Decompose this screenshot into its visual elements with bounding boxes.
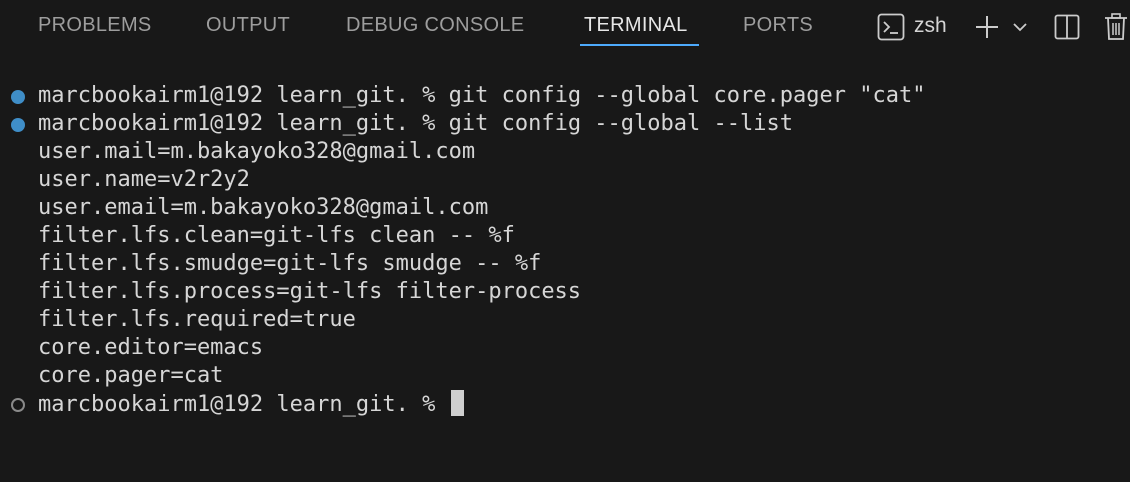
tab-debug-console[interactable]: DEBUG CONSOLE: [346, 14, 524, 37]
command-success-decoration[interactable]: [11, 118, 25, 132]
split-icon[interactable]: [1052, 12, 1082, 42]
shell-name-label[interactable]: zsh: [914, 14, 947, 38]
terminal-output-line: user.email=m.bakayoko328@gmail.com: [38, 195, 489, 220]
terminal-output-area[interactable]: marcbookairm1@192 learn_git. % git confi…: [0, 82, 1130, 482]
command-success-decoration[interactable]: [11, 90, 25, 104]
terminal-output-line: core.pager=cat: [38, 363, 224, 388]
terminal-output-line: filter.lfs.process=git-lfs filter-proces…: [38, 279, 582, 304]
chevron-down-icon[interactable]: [1010, 12, 1030, 42]
command-text: git config --global core.pager "cat": [448, 83, 926, 108]
prompt-text: marcbookairm1@192 learn_git. %: [38, 392, 449, 417]
terminal-output-line: core.editor=emacs: [38, 335, 264, 360]
tab-problems[interactable]: PROBLEMS: [38, 14, 152, 37]
terminal-icon[interactable]: [876, 12, 906, 42]
terminal-line: marcbookairm1@192 learn_git. % git confi…: [38, 82, 925, 110]
terminal-input-line[interactable]: marcbookairm1@192 learn_git. %: [38, 390, 464, 419]
prompt-text: marcbookairm1@192 learn_git. %: [38, 83, 449, 108]
panel-header: PROBLEMS OUTPUT DEBUG CONSOLE TERMINAL P…: [0, 0, 1130, 54]
tab-output[interactable]: OUTPUT: [206, 14, 290, 37]
terminal-output-line: filter.lfs.smudge=git-lfs smudge -- %f: [38, 251, 542, 276]
active-tab-indicator: [580, 44, 699, 46]
terminal-output-line: user.mail=m.bakayoko328@gmail.com: [38, 139, 476, 164]
terminal-line: marcbookairm1@192 learn_git. % git confi…: [38, 110, 793, 138]
plus-icon[interactable]: [972, 12, 1002, 42]
command-pending-decoration[interactable]: [11, 398, 25, 412]
tab-ports[interactable]: PORTS: [743, 14, 813, 37]
command-text: git config --global --list: [448, 111, 793, 136]
terminal-output-line: filter.lfs.required=true: [38, 307, 356, 332]
prompt-text: marcbookairm1@192 learn_git. %: [38, 111, 449, 136]
terminal-output-line: user.name=v2r2y2: [38, 167, 250, 192]
terminal-output-line: filter.lfs.clean=git-lfs clean -- %f: [38, 223, 515, 248]
trash-icon[interactable]: [1103, 12, 1129, 42]
terminal-cursor: [450, 390, 464, 416]
tab-terminal[interactable]: TERMINAL: [584, 14, 688, 37]
